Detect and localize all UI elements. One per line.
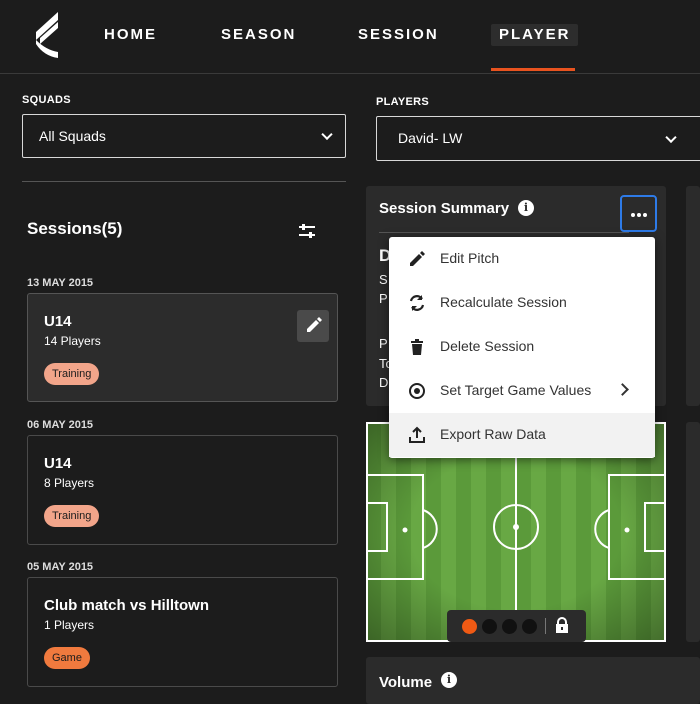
info-icon[interactable]: i: [441, 672, 457, 688]
side-panel-partial: [686, 422, 700, 642]
session-type-badge: Game: [44, 647, 90, 669]
chevron-down-icon: [665, 131, 677, 143]
menu-item-label: Set Target Game Values: [440, 382, 592, 398]
pitch-carousel: [447, 610, 586, 642]
menu-item-label: Export Raw Data: [440, 426, 546, 442]
carousel-dot[interactable]: [482, 619, 497, 634]
menu-item-recalculate-session[interactable]: Recalculate Session: [389, 281, 655, 325]
sessions-title: Sessions(5): [27, 219, 123, 238]
side-panel-partial: [686, 186, 700, 406]
more-options-button[interactable]: [620, 195, 657, 232]
chevron-down-icon: [321, 128, 333, 141]
nav-season[interactable]: SEASON: [221, 24, 296, 46]
menu-item-edit-pitch[interactable]: Edit Pitch: [389, 237, 655, 281]
lock-icon[interactable]: [555, 617, 569, 634]
more-dot: [631, 213, 635, 217]
pencil-icon: [410, 251, 425, 266]
volume-panel: Volume i: [366, 657, 700, 704]
session-date: 06 MAY 2015: [27, 419, 94, 431]
top-nav: HOME SEASON SESSION PLAYER: [0, 0, 700, 74]
info-icon[interactable]: i: [518, 200, 534, 216]
menu-item-delete-session[interactable]: Delete Session: [389, 325, 655, 369]
edit-session-button[interactable]: [297, 310, 329, 342]
pencil-icon: [307, 317, 322, 332]
squads-label: SQUADS: [22, 94, 71, 106]
session-card[interactable]: U14 14 Players Training: [27, 293, 338, 402]
brand-logo-icon[interactable]: [32, 10, 62, 60]
menu-item-label: Recalculate Session: [440, 294, 567, 310]
menu-item-label: Edit Pitch: [440, 250, 500, 266]
summary-line: P: [379, 336, 388, 351]
summary-line: S: [379, 272, 388, 287]
session-player-count: 1 Players: [44, 618, 95, 632]
session-title: Club match vs Hilltown: [44, 597, 210, 614]
players-select[interactable]: David- LW: [376, 116, 700, 161]
menu-item-label: Delete Session: [440, 338, 535, 354]
summary-divider: [379, 232, 629, 233]
target-icon: [409, 383, 425, 399]
summary-line: D: [379, 375, 389, 390]
menu-item-export-raw-data[interactable]: Export Raw Data: [389, 413, 655, 457]
session-summary-title: Session Summary: [379, 200, 510, 217]
session-title: U14: [44, 455, 72, 472]
squads-select[interactable]: All Squads: [22, 114, 346, 158]
carousel-dot[interactable]: [502, 619, 517, 634]
nav-session[interactable]: SESSION: [358, 24, 439, 46]
session-type-badge: Training: [44, 363, 100, 385]
session-card[interactable]: Club match vs Hilltown 1 Players Game: [27, 577, 338, 687]
nav-home[interactable]: HOME: [104, 24, 157, 46]
session-date: 13 MAY 2015: [27, 277, 94, 289]
session-type-badge: Training: [44, 505, 100, 527]
carousel-dot-active[interactable]: [462, 619, 477, 634]
divider: [22, 181, 346, 182]
nav-player[interactable]: PLAYER: [491, 24, 579, 46]
export-icon: [409, 426, 425, 443]
more-dot: [637, 213, 641, 217]
players-label: PLAYERS: [376, 96, 430, 108]
refresh-icon: [409, 295, 425, 311]
players-select-value: David- LW: [398, 130, 463, 146]
session-player-count: 8 Players: [44, 476, 95, 490]
nav-active-indicator: [491, 68, 575, 71]
summary-line: P: [379, 291, 388, 306]
session-card[interactable]: U14 8 Players Training: [27, 435, 338, 545]
menu-item-set-target-game-values[interactable]: Set Target Game Values: [389, 369, 655, 413]
more-dot: [643, 213, 647, 217]
filter-sliders-icon[interactable]: [297, 222, 317, 240]
session-player-count: 14 Players: [44, 334, 101, 348]
squads-select-value: All Squads: [39, 128, 106, 144]
trash-icon: [411, 339, 423, 355]
carousel-separator: [545, 618, 546, 634]
carousel-dot[interactable]: [522, 619, 537, 634]
volume-title: Volume: [379, 674, 433, 691]
session-title: U14: [44, 313, 72, 330]
chevron-right-icon: [616, 383, 629, 396]
session-date: 05 MAY 2015: [27, 561, 94, 573]
session-options-menu: Edit Pitch Recalculate Session Delete Se…: [389, 237, 655, 458]
